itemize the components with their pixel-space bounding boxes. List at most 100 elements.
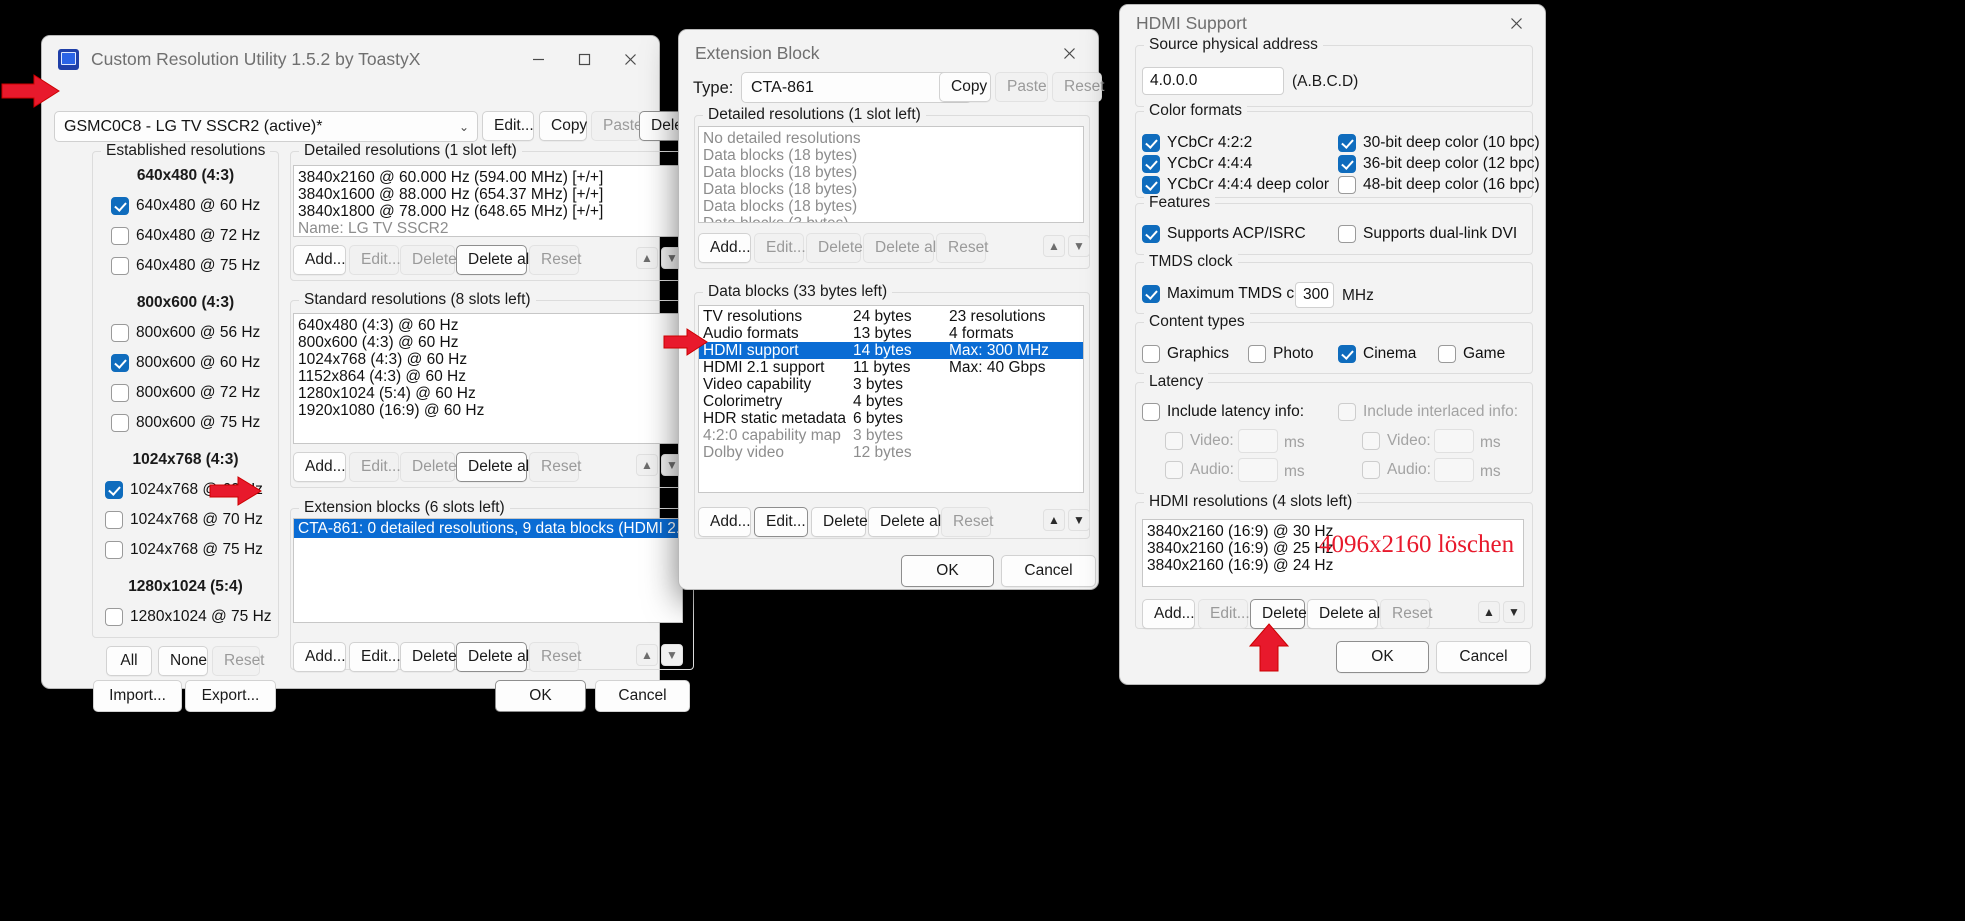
list-item[interactable]: 1152x864 (4:3) @ 60 Hz (294, 368, 682, 385)
check-800x600-72[interactable]: 800x600 @ 72 Hz (111, 384, 260, 402)
export-button[interactable]: Export... (185, 680, 276, 712)
hdmi-res-add-button[interactable]: Add... (1142, 599, 1195, 629)
standard-delete-all-button[interactable]: Delete all (456, 452, 533, 482)
standard-add-button[interactable]: Add... (293, 452, 346, 482)
data-blocks-delete-all-button[interactable]: Delete all (868, 507, 945, 537)
list-item[interactable]: 3840x2160 @ 60.000 Hz (594.00 MHz) [+/+] (294, 169, 682, 186)
list-item[interactable]: Data blocks (18 bytes) (699, 147, 1083, 164)
check-800x600-60[interactable]: 800x600 @ 60 Hz (111, 354, 260, 372)
close-icon[interactable] (1046, 31, 1092, 75)
list-item[interactable]: 1024x768 (4:3) @ 60 Hz (294, 351, 682, 368)
extension-blocks-list[interactable]: CTA-861: 0 detailed resolutions, 9 data … (293, 518, 683, 623)
table-row[interactable]: Colorimetry 4 bytes (699, 393, 1083, 410)
ok-button[interactable]: OK (495, 680, 586, 712)
maximize-icon[interactable] (561, 37, 607, 81)
table-row[interactable]: Audio formats 13 bytes 4 formats (699, 325, 1083, 342)
table-row[interactable]: HDMI 2.1 support 11 bytes Max: 40 Gbps (699, 359, 1083, 376)
ext-ok-button[interactable]: OK (901, 555, 994, 587)
table-row[interactable]: TV resolutions 24 bytes 23 resolutions (699, 308, 1083, 325)
check-ycbcr-422[interactable]: YCbCr 4:2:2 (1142, 134, 1252, 152)
source-address-input[interactable]: 4.0.0.0 (1142, 67, 1284, 95)
table-row[interactable]: HDMI support 14 bytes Max: 300 MHz (699, 342, 1083, 359)
check-include-latency-info[interactable]: Include latency info: (1142, 403, 1304, 421)
copy-edid-button[interactable]: Copy (539, 111, 587, 141)
list-item[interactable]: 640x480 (4:3) @ 60 Hz (294, 317, 682, 334)
close-icon[interactable] (1493, 1, 1539, 45)
table-row[interactable]: HDR static metadata 6 bytes (699, 410, 1083, 427)
check-ycbcr-444-deep[interactable]: YCbCr 4:4:4 deep color (1142, 176, 1329, 194)
check-640x480-60[interactable]: 640x480 @ 60 Hz (111, 197, 260, 215)
table-row[interactable]: 4:2:0 capability map 3 bytes (699, 427, 1083, 444)
extension-delete-button[interactable]: Delete (400, 642, 457, 672)
established-all-button[interactable]: All (106, 646, 152, 676)
copy-block-button[interactable]: Copy (939, 72, 991, 102)
hdmi-res-delete-all-button[interactable]: Delete all (1307, 599, 1384, 629)
list-item[interactable]: Name: LG TV SSCR2 (294, 220, 682, 236)
list-item[interactable]: Data blocks (18 bytes) (699, 198, 1083, 215)
tmds-clock-input[interactable]: 300 (1295, 282, 1334, 308)
list-item[interactable]: Data blocks (18 bytes) (699, 181, 1083, 198)
check-content-graphics[interactable]: Graphics (1142, 345, 1229, 363)
extension-edit-button[interactable]: Edit... (349, 642, 401, 672)
type-select[interactable]: CTA-861 ⌄ (741, 72, 972, 103)
list-item[interactable]: 1280x1024 (5:4) @ 60 Hz (294, 385, 682, 402)
import-button[interactable]: Import... (93, 680, 182, 712)
check-1024x768-70[interactable]: 1024x768 @ 70 Hz (105, 511, 263, 529)
list-item[interactable]: No detailed resolutions (699, 130, 1083, 147)
list-item[interactable]: 3840x2160 (16:9) @ 24 Hz (1143, 557, 1523, 574)
edit-edid-button[interactable]: Edit... (482, 111, 534, 141)
check-800x600-75[interactable]: 800x600 @ 75 Hz (111, 414, 260, 432)
data-blocks-delete-button[interactable]: Delete (811, 507, 868, 537)
hdmi-ok-button[interactable]: OK (1336, 641, 1429, 673)
detailed-delete-all-button[interactable]: Delete all (456, 245, 533, 275)
check-30bit-deep-color[interactable]: 30-bit deep color (10 bpc) (1338, 134, 1540, 152)
check-content-cinema[interactable]: Cinema (1338, 345, 1416, 363)
detailed-add-button[interactable]: Add... (293, 245, 346, 275)
standard-move-up-icon[interactable]: ▲ (636, 454, 658, 476)
extension-add-button[interactable]: Add... (293, 642, 346, 672)
minimize-icon[interactable] (515, 37, 561, 81)
ext-detailed-move-down-icon[interactable]: ▼ (1068, 235, 1090, 257)
ext-detailed-move-up-icon[interactable]: ▲ (1043, 235, 1065, 257)
list-item[interactable]: 3840x1800 @ 78.000 Hz (648.65 MHz) [+/+] (294, 203, 682, 220)
ext-detailed-add-button[interactable]: Add... (698, 233, 751, 263)
data-blocks-add-button[interactable]: Add... (698, 507, 751, 537)
check-48bit-deep-color[interactable]: 48-bit deep color (16 bpc) (1338, 176, 1540, 194)
list-item[interactable]: 800x600 (4:3) @ 60 Hz (294, 334, 682, 351)
close-icon[interactable] (607, 37, 653, 81)
check-800x600-56[interactable]: 800x600 @ 56 Hz (111, 324, 260, 342)
check-1280x1024-75[interactable]: 1280x1024 @ 75 Hz (105, 608, 272, 626)
check-640x480-72[interactable]: 640x480 @ 72 Hz (111, 227, 260, 245)
established-none-button[interactable]: None (158, 646, 208, 676)
monitor-select[interactable]: GSMC0C8 - LG TV SSCR2 (active)* ⌄ (54, 111, 478, 142)
list-item[interactable]: 1920x1080 (16:9) @ 60 Hz (294, 402, 682, 419)
check-1024x768-75[interactable]: 1024x768 @ 75 Hz (105, 541, 263, 559)
check-supports-dual-link-dvi[interactable]: Supports dual-link DVI (1338, 225, 1517, 243)
hdmi-res-move-up-icon[interactable]: ▲ (1478, 601, 1500, 623)
check-supports-acp-isrc[interactable]: Supports ACP/ISRC (1142, 225, 1306, 243)
detailed-resolutions-list[interactable]: 3840x2160 @ 60.000 Hz (594.00 MHz) [+/+]… (293, 165, 683, 237)
hdmi-res-move-down-icon[interactable]: ▼ (1503, 601, 1525, 623)
cancel-button[interactable]: Cancel (595, 680, 690, 712)
check-content-photo[interactable]: Photo (1248, 345, 1314, 363)
list-item[interactable]: Data blocks (18 bytes) (699, 164, 1083, 181)
data-blocks-edit-button[interactable]: Edit... (754, 507, 808, 537)
extension-move-up-icon[interactable]: ▲ (636, 644, 658, 666)
extension-move-down-icon[interactable]: ▼ (661, 644, 683, 666)
list-item[interactable]: Data blocks (3 bytes) (699, 215, 1083, 222)
data-blocks-list[interactable]: TV resolutions 24 bytes 23 resolutions Aud… (698, 305, 1084, 493)
table-row[interactable]: Video capability 3 bytes (699, 376, 1083, 393)
check-ycbcr-444[interactable]: YCbCr 4:4:4 (1142, 155, 1252, 173)
data-blocks-move-down-icon[interactable]: ▼ (1068, 509, 1090, 531)
hdmi-cancel-button[interactable]: Cancel (1436, 641, 1531, 673)
data-blocks-move-up-icon[interactable]: ▲ (1043, 509, 1065, 531)
detailed-move-up-icon[interactable]: ▲ (636, 247, 658, 269)
ext-detailed-list[interactable]: No detailed resolutions Data blocks (18 … (698, 126, 1084, 223)
list-item[interactable]: CTA-861: 0 detailed resolutions, 9 data … (294, 519, 682, 538)
ext-cancel-button[interactable]: Cancel (1001, 555, 1096, 587)
extension-delete-all-button[interactable]: Delete all (456, 642, 533, 672)
check-content-game[interactable]: Game (1438, 345, 1505, 363)
standard-resolutions-list[interactable]: 640x480 (4:3) @ 60 Hz 800x600 (4:3) @ 60… (293, 313, 683, 444)
list-item[interactable]: 3840x1600 @ 88.000 Hz (654.37 MHz) [+/+] (294, 186, 682, 203)
check-36bit-deep-color[interactable]: 36-bit deep color (12 bpc) (1338, 155, 1540, 173)
